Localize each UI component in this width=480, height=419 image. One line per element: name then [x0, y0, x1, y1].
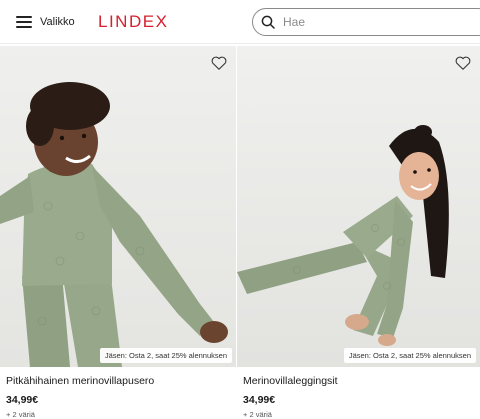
menu-label: Valikko	[40, 16, 75, 28]
product-info: Merinovillaleggingsit 34,99€ + 2 väriä	[237, 367, 480, 419]
product-name[interactable]: Pitkähihainen merinovillapusero	[6, 375, 230, 387]
search-input[interactable]	[283, 15, 443, 29]
product-info: Pitkähihainen merinovillapusero 34,99€ +…	[0, 367, 236, 419]
product-image[interactable]: Jäsen: Osta 2, saat 25% alennuksen	[0, 46, 236, 367]
color-count[interactable]: + 2 väriä	[6, 410, 230, 419]
search-box[interactable]	[252, 8, 480, 36]
product-card[interactable]: Jäsen: Osta 2, saat 25% alennuksen Pitkä…	[0, 46, 236, 419]
menu-button[interactable]: Valikko	[16, 11, 75, 33]
product-price: 34,99€	[6, 394, 39, 406]
product-photo	[0, 46, 236, 367]
product-photo	[237, 46, 480, 367]
search-icon	[261, 15, 275, 29]
color-count[interactable]: + 2 väriä	[243, 410, 474, 419]
product-card[interactable]: Jäsen: Osta 2, saat 25% alennuksen Merin…	[237, 46, 480, 419]
product-name[interactable]: Merinovillaleggingsit	[243, 375, 474, 387]
product-price: 34,99€	[243, 394, 276, 406]
hamburger-icon	[16, 16, 32, 28]
heart-outline-icon[interactable]	[454, 54, 472, 72]
top-bar: Valikko LINDEX	[0, 0, 480, 44]
member-offer-badge: Jäsen: Osta 2, saat 25% alennuksen	[343, 348, 476, 363]
heart-outline-icon[interactable]	[210, 54, 228, 72]
lindex-logo[interactable]: LINDEX	[98, 12, 168, 32]
member-offer-badge: Jäsen: Osta 2, saat 25% alennuksen	[99, 348, 232, 363]
product-image[interactable]: Jäsen: Osta 2, saat 25% alennuksen	[237, 46, 480, 367]
